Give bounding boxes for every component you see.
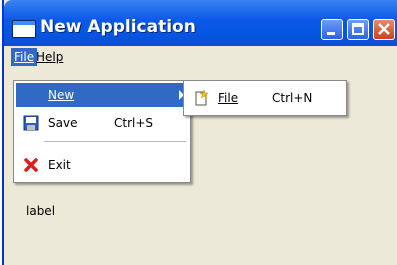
menu-item-label: New <box>48 88 75 102</box>
menu-item-label: File <box>218 91 239 105</box>
file-menu-dropdown: New Save Ctrl+S Exit <box>13 80 191 183</box>
menu-item-label: Save <box>48 116 78 130</box>
minimize-icon <box>327 32 335 35</box>
new-file-icon <box>195 90 209 106</box>
menu-item-shortcut: Ctrl+N <box>272 91 313 105</box>
title-bar[interactable]: New Application <box>4 0 397 46</box>
menu-item-label: Exit <box>48 158 71 172</box>
window-icon <box>12 20 36 38</box>
close-button[interactable] <box>373 19 395 40</box>
menubar-item-help[interactable]: Help <box>36 50 63 64</box>
minimize-button[interactable] <box>321 19 343 40</box>
menu-item-new-file[interactable]: File Ctrl+N <box>186 86 344 110</box>
maximize-icon <box>352 23 364 35</box>
menubar-item-file[interactable]: File <box>11 48 38 66</box>
exit-x-icon <box>24 158 38 172</box>
close-icon <box>378 23 390 35</box>
menu-separator <box>44 141 186 142</box>
menu-item-shortcut: Ctrl+S <box>114 116 154 130</box>
maximize-button[interactable] <box>347 19 369 40</box>
menu-bar: File Help <box>4 46 397 68</box>
new-submenu: File Ctrl+N <box>183 80 347 116</box>
menu-item-save[interactable]: Save Ctrl+S <box>16 111 188 135</box>
menu-item-new[interactable]: New <box>16 83 188 107</box>
menubar-item-label: Help <box>36 50 64 64</box>
menubar-item-label: File <box>14 50 35 64</box>
window-title: New Application <box>40 17 196 37</box>
content-label: label <box>26 204 56 218</box>
save-icon <box>23 115 39 131</box>
menu-item-exit[interactable]: Exit <box>16 153 188 177</box>
